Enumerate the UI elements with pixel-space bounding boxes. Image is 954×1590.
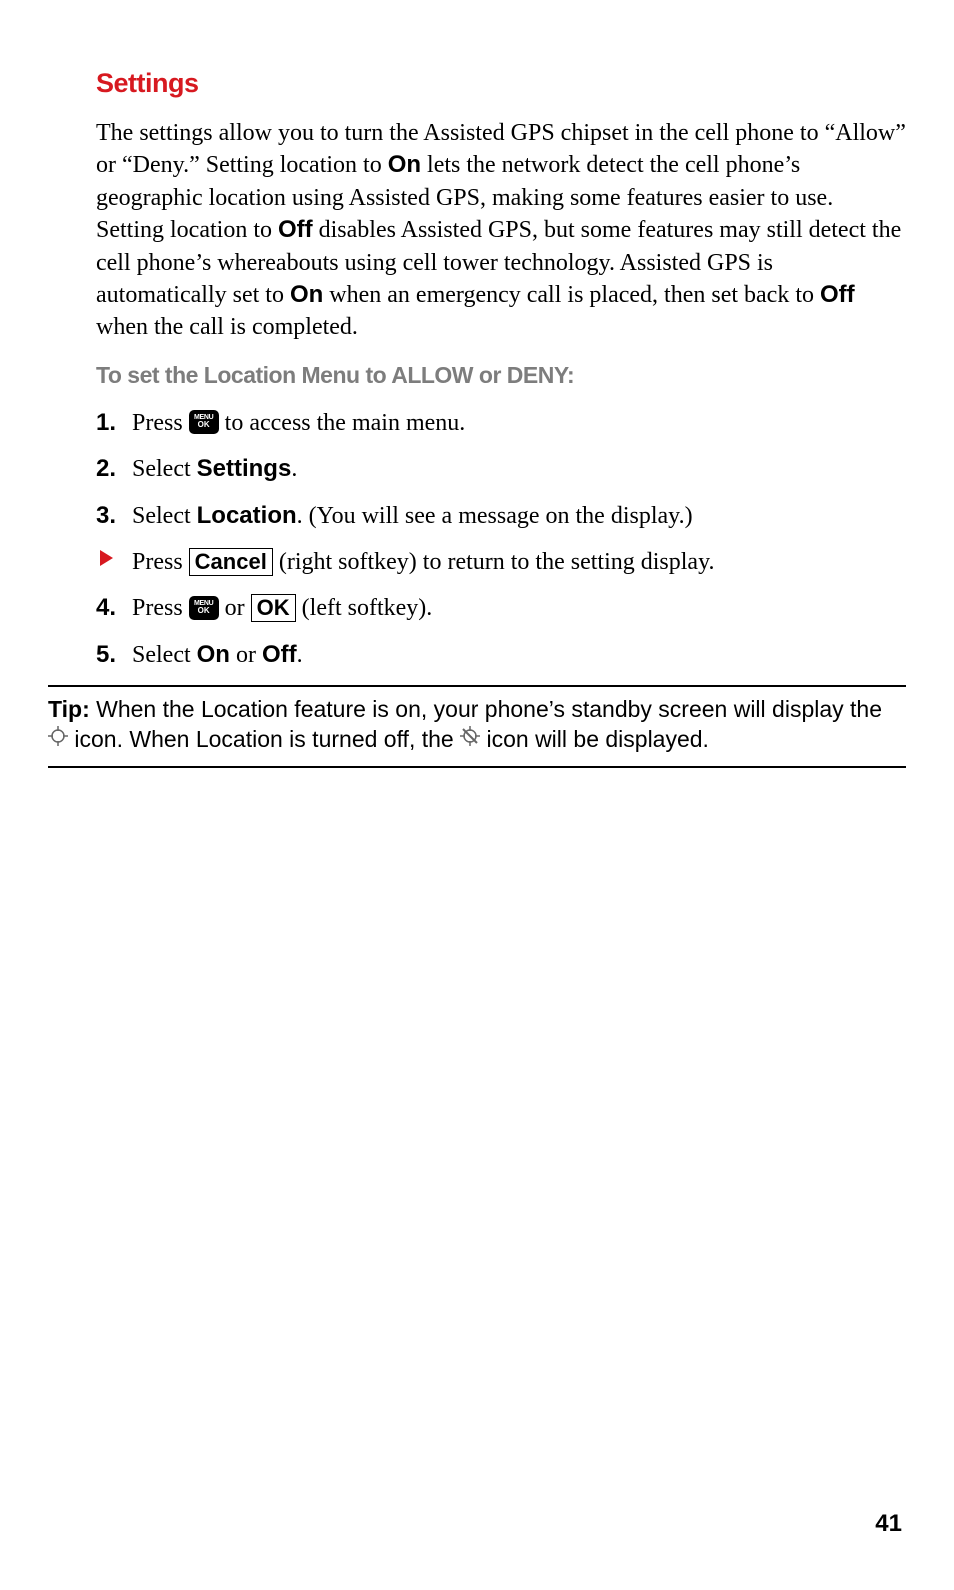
step-text: (right softkey) to return to the setting… [273,549,715,575]
step-text: (left softkey). [296,595,433,621]
step-number: 1. [96,407,116,439]
step-item: 3. Select Location. (You will see a mess… [96,500,906,532]
off-label: Off [278,216,313,243]
off-label: Off [262,641,297,668]
step-text: . (You will see a message on the display… [297,503,693,529]
step-item: 1. Press MENUOK to access the main menu. [96,407,906,439]
step-number: 5. [96,639,116,671]
step-text: to access the main menu. [219,410,466,436]
step-text: or [219,595,251,621]
on-label: On [197,641,230,668]
step-text: Press [132,410,189,436]
tip-text: icon. When Location is turned off, the [68,726,460,752]
ok-softkey-box: OK [251,594,296,622]
step-number: 4. [96,592,116,624]
section-heading: Settings [96,68,906,99]
tip-callout: Tip: When the Location feature is on, yo… [48,685,906,768]
menu-ok-key-icon: MENUOK [189,410,219,434]
step-text: Select [132,642,197,668]
page-number: 41 [875,1510,902,1538]
step-text: Select [132,503,197,529]
tip-label: Tip: [48,696,90,722]
step-text: . [291,456,297,482]
location-label: Location [197,502,297,529]
instruction-subheading: To set the Location Menu to ALLOW or DEN… [96,362,906,389]
tip-text: When the Location feature is on, your ph… [90,696,882,722]
on-label: On [290,281,323,308]
menu-ok-key-icon: MENUOK [189,596,219,620]
settings-label: Settings [197,455,292,482]
location-on-icon [48,724,68,754]
step-text: Press [132,549,189,575]
off-label: Off [820,281,855,308]
step-text: or [230,642,262,668]
tip-text: icon will be displayed. [480,726,709,752]
step-number: 2. [96,453,116,485]
para-text: when the call is completed. [96,314,358,340]
step-text: Press [132,595,189,621]
step-text: Select [132,456,197,482]
location-off-icon [460,724,480,754]
cancel-softkey-box: Cancel [189,548,273,576]
step-number: 3. [96,500,116,532]
step-item: 4. Press MENUOK or OK (left softkey). [96,592,906,624]
step-bullet: Press Cancel (right softkey) to return t… [96,546,906,578]
step-text: . [297,642,303,668]
para-text: when an emergency call is placed, then s… [323,282,820,308]
instruction-steps: 1. Press MENUOK to access the main menu.… [96,407,906,671]
intro-paragraph: The settings allow you to turn the Assis… [96,117,906,344]
step-item: 2. Select Settings. [96,453,906,485]
triangle-bullet-icon [100,550,113,566]
on-label: On [388,151,421,178]
step-item: 5. Select On or Off. [96,639,906,671]
